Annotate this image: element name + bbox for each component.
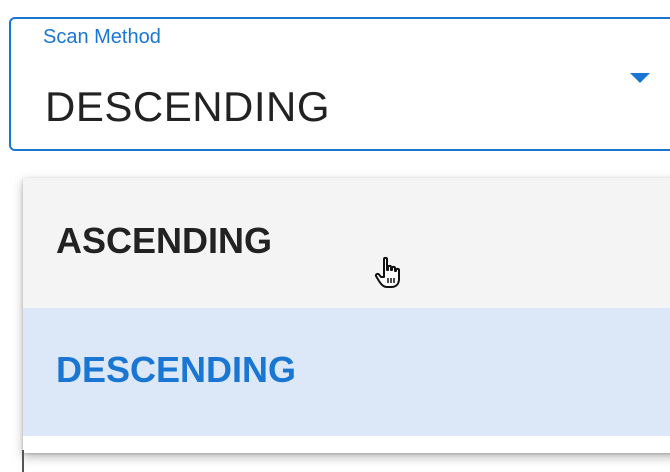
menu-option-descending[interactable]: DESCENDING: [23, 308, 670, 436]
menu-option-ascending[interactable]: ASCENDING: [23, 178, 670, 308]
arrow-drop-down-icon[interactable]: [630, 73, 650, 83]
scan-method-select[interactable]: Scan Method DESCENDING: [9, 17, 670, 151]
scan-method-select-screen: Scan Method DESCENDING ASCENDING DESCEND…: [0, 0, 670, 472]
scan-method-label: Scan Method: [39, 25, 165, 49]
scan-method-value: DESCENDING: [45, 83, 331, 130]
hand-pointer-icon: [374, 256, 400, 288]
scan-method-menu: ASCENDING DESCENDING: [23, 178, 670, 453]
divider: [22, 450, 24, 472]
